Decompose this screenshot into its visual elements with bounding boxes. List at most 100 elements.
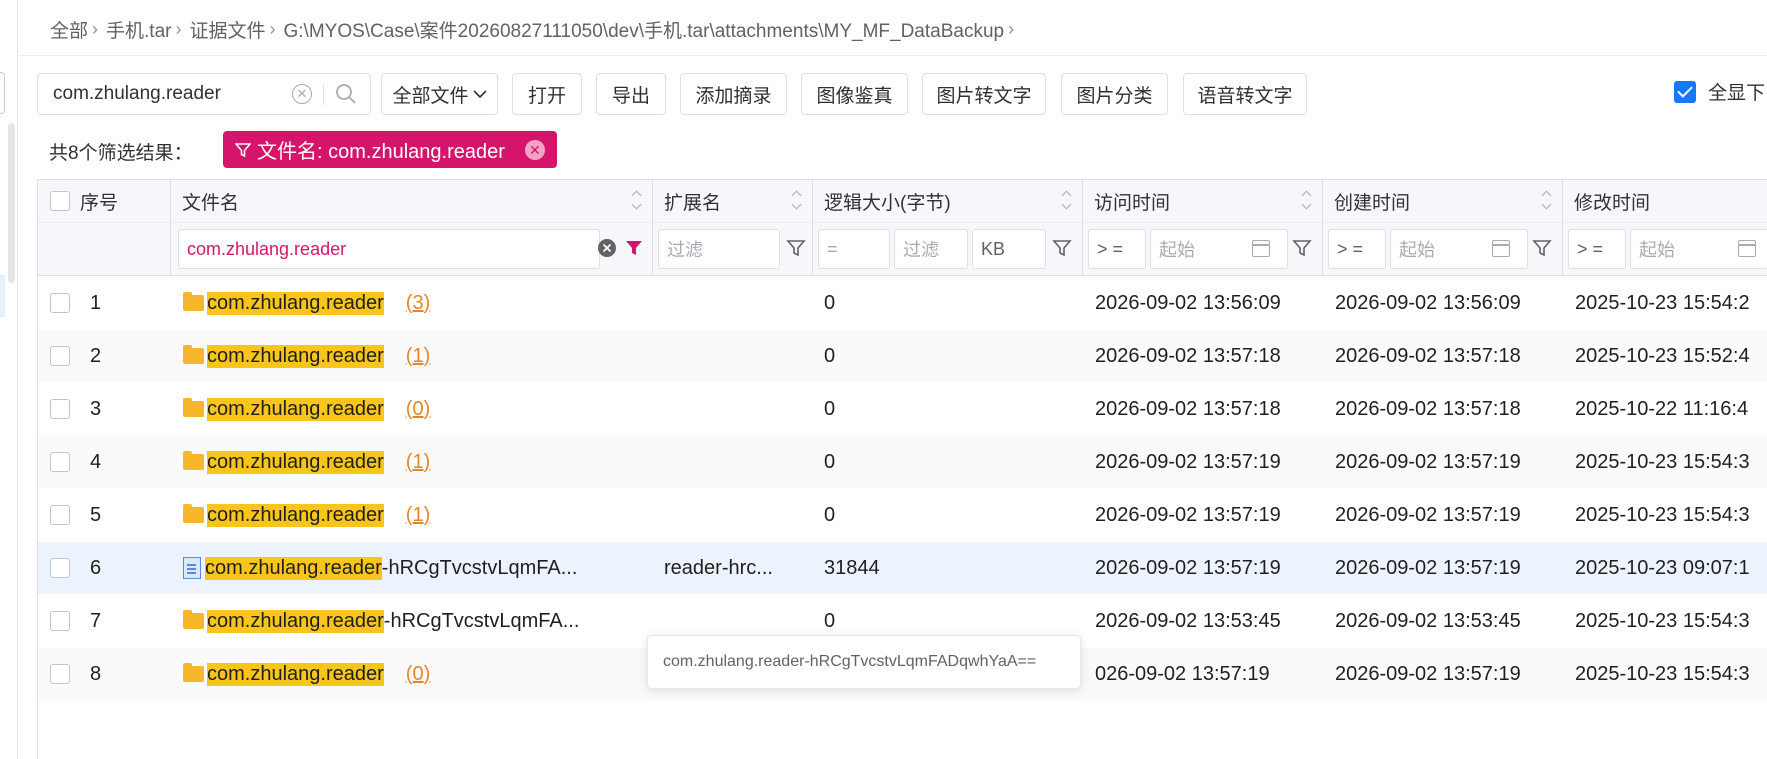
row-checkbox[interactable] — [50, 664, 70, 684]
child-count-link[interactable]: (0) — [406, 663, 430, 686]
row-ext — [664, 436, 809, 488]
clear-icon[interactable] — [597, 238, 617, 258]
select-all-checkbox[interactable] — [50, 191, 70, 211]
row-file-name[interactable]: com.zhulang.reader (1) — [183, 436, 648, 488]
add-excerpt-button[interactable]: 添加摘录 — [680, 73, 787, 115]
left-panel-scrollbar[interactable] — [8, 123, 15, 283]
row-checkbox[interactable] — [50, 346, 70, 366]
column-header-name[interactable]: 文件名 — [170, 180, 652, 222]
checkbox-checked[interactable] — [1674, 80, 1696, 103]
row-file-name[interactable]: com.zhulang.reader -hRCgTvcstvLqmFA... — [183, 595, 648, 647]
table-row[interactable]: 1 com.zhulang.reader (3) 0 2026-09-02 13:56:… — [38, 277, 1767, 329]
folder-icon — [183, 398, 204, 417]
size-unit-select[interactable]: KB — [972, 229, 1046, 269]
calendar-icon[interactable] — [1492, 240, 1510, 257]
child-count-link[interactable]: (1) — [406, 345, 430, 368]
name-filter-input[interactable]: com.zhulang.reader — [178, 229, 600, 269]
clear-icon[interactable]: ✕ — [292, 84, 312, 104]
table-row[interactable]: 3 com.zhulang.reader (0) 0 2026-09-02 13:57:… — [38, 383, 1767, 435]
filter-tag-label: 文件名: com.zhulang.reader — [257, 141, 505, 163]
row-file-name[interactable]: com.zhulang.reader (0) — [183, 383, 648, 435]
table-row[interactable]: 5 com.zhulang.reader (1) 0 2026-09-02 13:57:… — [38, 489, 1767, 541]
breadcrumb-item[interactable]: 全部 › — [50, 16, 106, 43]
row-modify-time: 2025-10-23 15:54:2 — [1575, 291, 1750, 314]
speech-to-text-button[interactable]: 语音转文字 — [1183, 73, 1307, 115]
folder-icon — [183, 610, 204, 629]
child-count-link[interactable]: (0) — [406, 398, 430, 421]
sort-icon[interactable] — [1542, 192, 1552, 210]
modify-time-operator[interactable]: > = — [1568, 229, 1626, 269]
search-input[interactable]: com.zhulang.reader ✕ — [37, 73, 371, 115]
sort-icon[interactable] — [792, 192, 802, 210]
row-ext — [664, 330, 809, 382]
row-index: 3 — [90, 397, 102, 420]
child-count-link[interactable]: (3) — [406, 292, 430, 315]
row-index: 6 — [90, 556, 102, 579]
image-to-text-button[interactable]: 图片转文字 — [922, 73, 1046, 115]
row-size: 0 — [824, 291, 836, 314]
row-checkbox[interactable] — [50, 399, 70, 419]
open-button[interactable]: 打开 — [512, 73, 582, 115]
breadcrumb-item[interactable]: 证据文件 › — [189, 16, 283, 43]
column-header-create-time[interactable]: 创建时间 — [1322, 180, 1562, 222]
child-count-link[interactable]: (1) — [406, 504, 430, 527]
match-highlight: com.zhulang.reader — [207, 291, 384, 315]
row-file-name[interactable]: com.zhulang.reader (1) — [183, 489, 648, 541]
row-file-name[interactable]: com.zhulang.reader (3) — [183, 277, 648, 329]
row-index: 8 — [90, 662, 102, 685]
divider — [38, 222, 1767, 223]
filter-icon[interactable] — [1292, 238, 1312, 258]
table-row[interactable]: 4 com.zhulang.reader (1) 0 2026-09-02 13:57:… — [38, 436, 1767, 488]
filter-icon[interactable] — [624, 238, 644, 258]
row-file-name[interactable]: com.zhulang.reader (0) — [183, 648, 648, 700]
row-access-time: 2026-09-02 13:57:19 — [1095, 503, 1281, 526]
sort-icon[interactable] — [632, 192, 642, 210]
size-operator-select[interactable]: = — [818, 229, 890, 269]
row-modify-time: 2025-10-23 15:54:3 — [1575, 503, 1750, 526]
export-button[interactable]: 导出 — [596, 73, 666, 115]
breadcrumb-item[interactable]: 手机.tar › — [106, 16, 189, 43]
calendar-icon[interactable] — [1738, 240, 1756, 257]
folder-icon — [183, 504, 204, 523]
breadcrumb-item-path[interactable]: G:\MYOS\Case\案件20260827111050\dev\手机.tar… — [283, 16, 1022, 43]
ext-filter-input[interactable]: 过滤 — [658, 229, 780, 269]
folder-icon — [183, 451, 204, 470]
row-checkbox[interactable] — [50, 505, 70, 525]
filter-icon[interactable] — [1052, 238, 1072, 258]
show-all-checkbox[interactable]: 全显下 — [1674, 78, 1765, 105]
left-panel-control[interactable] — [0, 72, 5, 114]
image-authentication-button[interactable]: 图像鉴真 — [801, 73, 908, 115]
row-file-name[interactable]: com.zhulang.reader -hRCgTvcstvLqmFA... — [183, 542, 648, 594]
table-row[interactable]: 2 com.zhulang.reader (1) 0 2026-09-02 13:57:… — [38, 330, 1767, 382]
calendar-icon[interactable] — [1252, 240, 1270, 257]
row-modify-time: 2025-10-23 15:54:3 — [1575, 450, 1750, 473]
file-type-select[interactable]: 全部文件 — [381, 73, 498, 115]
row-checkbox[interactable] — [50, 558, 70, 578]
left-panel-selected-item[interactable] — [0, 275, 5, 317]
folder-icon — [183, 663, 204, 682]
sort-icon[interactable] — [1062, 192, 1072, 210]
row-checkbox[interactable] — [50, 452, 70, 472]
column-header-access-time[interactable]: 访问时间 — [1082, 180, 1322, 222]
create-time-operator[interactable]: > = — [1328, 229, 1386, 269]
row-size: 0 — [824, 450, 836, 473]
row-checkbox[interactable] — [50, 611, 70, 631]
close-icon[interactable]: ✕ — [524, 139, 545, 160]
filter-icon[interactable] — [1532, 238, 1552, 258]
sort-icon[interactable] — [1302, 192, 1312, 210]
size-filter-input[interactable]: 过滤 — [894, 229, 968, 269]
row-file-name[interactable]: com.zhulang.reader (1) — [183, 330, 648, 382]
row-ext: reader-hrc... — [664, 556, 773, 579]
row-index: 1 — [90, 291, 102, 314]
chevron-right-icon: › — [269, 18, 276, 39]
table-row[interactable]: 6 com.zhulang.reader -hRCgTvcstvLqmFA... re… — [38, 542, 1767, 594]
image-classify-button[interactable]: 图片分类 — [1061, 73, 1168, 115]
child-count-link[interactable]: (1) — [406, 451, 430, 474]
search-icon[interactable] — [335, 83, 357, 105]
row-checkbox[interactable] — [50, 293, 70, 313]
column-header-size[interactable]: 逻辑大小(字节) — [812, 180, 1082, 222]
column-header-ext[interactable]: 扩展名 — [652, 180, 812, 222]
access-time-operator[interactable]: > = — [1088, 229, 1146, 269]
column-header-modify-time[interactable]: 修改时间 — [1562, 180, 1767, 222]
filter-icon[interactable] — [786, 238, 806, 258]
